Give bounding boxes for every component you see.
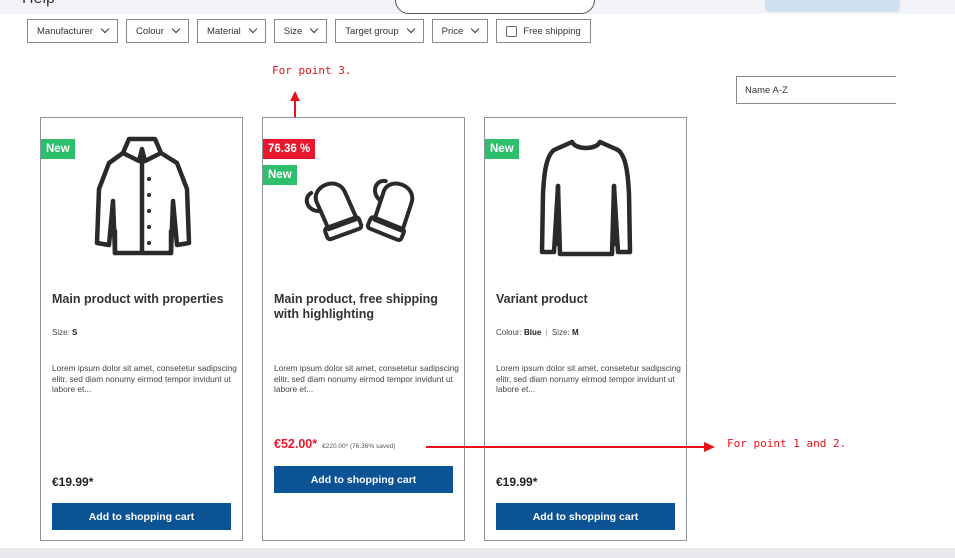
mittens-icon — [304, 179, 414, 243]
filter-target-group[interactable]: Target group — [335, 19, 424, 43]
sweater-icon — [539, 139, 632, 256]
product-properties: Size: S — [52, 328, 78, 337]
chevron-down-icon — [248, 24, 258, 34]
annotation-point-1-2: For point 1 and 2. — [727, 437, 847, 450]
product-card[interactable]: New Main product with properties Size: S… — [40, 117, 243, 541]
filter-free-shipping[interactable]: Free shipping — [496, 19, 591, 43]
product-old-price: €220.00* (76.36% saved) — [322, 443, 396, 450]
product-price-row: €52.00* €220.00* (76.36% saved) — [274, 437, 395, 451]
help-link[interactable]: Help — [22, 0, 55, 8]
product-title[interactable]: Variant product — [496, 292, 681, 307]
page-footer-edge — [0, 548, 955, 558]
add-to-cart-button[interactable]: Add to shopping cart — [496, 503, 675, 530]
chevron-down-icon — [310, 24, 319, 34]
chevron-down-icon — [406, 24, 415, 34]
product-description: Lorem ipsum dolor sit amet, consetetur s… — [274, 363, 459, 394]
add-to-cart-button[interactable]: Add to shopping cart — [274, 466, 453, 493]
search-bar[interactable] — [395, 0, 595, 14]
filter-manufacturer[interactable]: Manufacturer — [27, 19, 118, 43]
chevron-down-icon — [171, 24, 181, 34]
product-title[interactable]: Main product with properties — [52, 292, 237, 307]
filter-material[interactable]: Material — [196, 19, 266, 43]
account-button[interactable] — [765, 0, 900, 12]
product-card[interactable]: New Variant product Colour: Blue | Size:… — [484, 117, 687, 541]
jacket-icon — [94, 136, 191, 256]
product-image[interactable] — [263, 126, 464, 266]
product-description: Lorem ipsum dolor sit amet, consetetur s… — [52, 363, 237, 394]
product-title[interactable]: Main product, free shipping with highlig… — [274, 292, 459, 322]
filter-price[interactable]: Price — [431, 19, 489, 43]
product-image[interactable] — [485, 126, 686, 266]
sort-select[interactable]: Name A-Z — [736, 76, 896, 104]
chevron-down-icon — [100, 24, 110, 34]
annotation-arrow-right — [426, 442, 715, 452]
product-description: Lorem ipsum dolor sit amet, consetetur s… — [496, 363, 681, 394]
annotation-point-3: For point 3. — [272, 64, 352, 77]
add-to-cart-button[interactable]: Add to shopping cart — [52, 503, 231, 530]
product-price: €19.99* — [52, 475, 94, 489]
product-price: €19.99* — [496, 475, 538, 489]
product-properties: Colour: Blue | Size: M — [496, 328, 579, 337]
product-card[interactable]: 76.36 % New Main product, free shipping … — [262, 117, 465, 541]
product-price: €52.00* — [274, 437, 318, 451]
filter-bar: Manufacturer Colour Material Size Target… — [27, 19, 591, 43]
top-header: Help — [0, 0, 955, 14]
filter-colour[interactable]: Colour — [125, 19, 189, 43]
product-image[interactable] — [41, 126, 242, 266]
checkbox-icon[interactable] — [506, 25, 518, 37]
chevron-down-icon — [471, 24, 480, 34]
filter-size[interactable]: Size — [273, 19, 328, 43]
